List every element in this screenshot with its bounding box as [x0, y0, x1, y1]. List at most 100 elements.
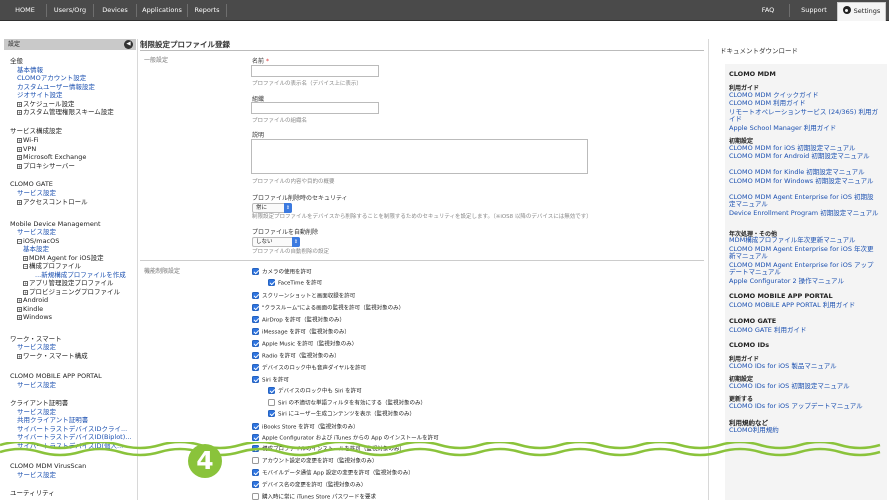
restriction-option[interactable]: Apple Configurator および iTunes からの App のイ… [252, 434, 439, 443]
sidebar-item[interactable]: CLOMOアカウント設定 [17, 74, 86, 82]
sidebar-item[interactable]: + Kindle [17, 305, 43, 313]
docs-link[interactable]: CLOMO IDs for iOS 製品マニュアル [729, 362, 879, 371]
nav-applications[interactable]: Applications [137, 0, 187, 21]
expand-icon[interactable]: + [17, 315, 22, 320]
checkbox-checked[interactable] [268, 279, 275, 286]
expand-icon[interactable]: + [17, 200, 22, 205]
nav-support[interactable]: Support [792, 0, 836, 21]
checkbox-checked[interactable] [252, 268, 259, 275]
docs-link[interactable]: リモートオペレーションサービス (24/365) 利用ガイド [729, 108, 879, 124]
docs-link[interactable]: CLOMO利用規約 [729, 426, 879, 435]
docs-link[interactable]: CLOMO MDM Agent Enterprise for iOS 初期設定マ… [729, 193, 879, 209]
sidebar-item[interactable]: サービス設定 [17, 228, 56, 236]
expand-icon[interactable]: + [17, 110, 22, 115]
expand-icon[interactable]: + [17, 138, 22, 143]
docs-link[interactable]: CLOMO MDM Agent Enterprise for iOS アップデー… [729, 261, 879, 277]
restriction-option[interactable]: Siri にユーザー生成コンテンツを表示（監視対象のみ） [268, 410, 415, 419]
docs-link[interactable]: CLOMO MDM クイックガイド [729, 91, 879, 100]
sidebar-item[interactable]: ジオサイト設定 [17, 91, 63, 99]
docs-link[interactable]: Device Enrollment Program 初期設定マニュアル [729, 209, 879, 218]
checkbox-checked[interactable] [252, 469, 259, 476]
expand-icon[interactable]: + [23, 290, 28, 295]
sidebar-item[interactable]: + アクセスコントロール [17, 198, 88, 206]
nav-settings-tab[interactable]: Settings [837, 2, 886, 21]
nav-home[interactable]: HOME [4, 0, 46, 21]
checkbox-checked[interactable] [252, 376, 259, 383]
checkbox-checked[interactable] [252, 423, 259, 430]
restriction-option[interactable]: デバイスのロック中も音声ダイヤルを許可 [252, 364, 366, 373]
checkbox-checked[interactable] [252, 292, 259, 299]
description-textarea[interactable] [251, 139, 588, 174]
sidebar-item[interactable]: + プロビジョニングプロファイル [23, 288, 120, 296]
checkbox-checked[interactable] [252, 434, 259, 441]
sidebar-item[interactable]: + Android [17, 296, 48, 304]
checkbox-checked[interactable] [268, 387, 275, 394]
restriction-option[interactable]: カメラの使用を許可 [252, 268, 312, 277]
sidebar-item[interactable]: + アプリ管理設定プロファイル [23, 279, 114, 287]
restriction-option[interactable]: デバイスのロック中も Siri を許可 [268, 387, 362, 396]
docs-link[interactable]: MDM構成プロファイル年次更新マニュアル [729, 236, 879, 245]
sidebar-item[interactable]: サイバートラストデバイスIDクライ... [17, 425, 127, 433]
sidebar-item[interactable]: 基本設定 [23, 245, 49, 253]
checkbox-checked[interactable] [268, 410, 275, 417]
checkbox-checked[interactable] [252, 340, 259, 347]
restriction-option[interactable]: AirDrop を許可（監視対象のみ） [252, 316, 345, 325]
sidebar-item[interactable]: サービス設定 [17, 381, 56, 389]
sidebar-item[interactable]: ...新規構成プロファイルを作成 [35, 271, 126, 279]
docs-link[interactable]: Apple Configurator 2 操作マニュアル [729, 277, 879, 286]
expand-icon[interactable]: + [17, 102, 22, 107]
docs-link[interactable]: CLOMO IDs for iOS 初期設定マニュアル [729, 382, 879, 391]
checkbox-unchecked[interactable] [268, 399, 275, 406]
restriction-option[interactable]: スクリーンショットと画面収録を許可 [252, 292, 355, 301]
docs-link[interactable]: Apple School Manager 利用ガイド [729, 124, 879, 133]
collapse-icon[interactable]: − [23, 264, 28, 269]
nav-devices[interactable]: Devices [94, 0, 136, 21]
expand-icon[interactable]: + [17, 298, 22, 303]
sidebar-item[interactable]: + Wi-Fi [17, 136, 39, 144]
sidebar-item[interactable]: + Windows [17, 313, 52, 321]
collapse-sidebar-icon[interactable]: ◀ [124, 40, 133, 49]
restriction-option[interactable]: Apple Music を許可（監視対象のみ） [252, 340, 357, 349]
expand-icon[interactable]: + [17, 354, 22, 359]
sidebar-item[interactable]: カスタムユーザー情報設定 [17, 83, 95, 91]
sidebar-item[interactable]: サイバートラストデバイスID(個人... [17, 442, 123, 450]
name-input[interactable] [251, 65, 379, 77]
docs-link[interactable]: CLOMO MDM 利用ガイド [729, 99, 879, 108]
checkbox-unchecked[interactable] [252, 457, 259, 464]
checkbox-checked[interactable] [252, 316, 259, 323]
restriction-option[interactable]: Siri を許可 [252, 376, 289, 385]
restriction-option[interactable]: iMessage を許可（監視対象のみ） [252, 328, 350, 337]
sidebar-item[interactable]: + Microsoft Exchange [17, 153, 86, 161]
sidebar-item[interactable]: − 構成プロファイル [23, 262, 81, 270]
restriction-option[interactable]: Radio を許可（監視対象のみ） [252, 352, 340, 361]
sidebar-item[interactable]: サイバートラストデバイスID(Biplot)... [17, 433, 131, 441]
expand-icon[interactable]: + [23, 256, 28, 261]
restriction-option[interactable]: 購入時に常に iTunes Store パスワードを要求 [252, 493, 376, 502]
sidebar-item[interactable]: サービス設定 [17, 471, 56, 479]
sidebar-item[interactable]: 基本情報 [17, 66, 43, 74]
expand-icon[interactable]: + [17, 155, 22, 160]
nav-faq[interactable]: FAQ [752, 0, 784, 21]
nav-reports[interactable]: Reports [188, 0, 226, 21]
sidebar-item[interactable]: サービス設定 [17, 189, 56, 197]
nav-users-org[interactable]: Users/Org [47, 0, 93, 21]
sidebar-item[interactable]: + プロキシサーバー [17, 162, 75, 170]
checkbox-checked[interactable] [252, 304, 259, 311]
sidebar-item[interactable]: サービス設定 [17, 343, 56, 351]
restriction-option[interactable]: モバイルデータ通信 App 設定の変更を許可（監視対象のみ） [252, 469, 414, 478]
expand-icon[interactable]: + [17, 164, 22, 169]
expand-icon[interactable]: + [17, 147, 22, 152]
sidebar-item[interactable]: + VPN [17, 145, 36, 153]
docs-link[interactable]: CLOMO MDM for Android 初期設定マニュアル [729, 152, 879, 161]
org-input[interactable] [251, 102, 379, 114]
sidebar-item[interactable]: サービス設定 [17, 408, 56, 416]
sidebar-item[interactable]: − iOS/macOS [17, 237, 59, 245]
checkbox-unchecked[interactable] [252, 493, 259, 500]
checkbox-checked[interactable] [252, 445, 259, 452]
collapse-icon[interactable]: − [17, 239, 22, 244]
docs-link[interactable]: CLOMO IDs for iOS アップデートマニュアル [729, 402, 879, 411]
restriction-option[interactable]: Siri の不適切な単語フィルタを有効にする（監視対象のみ） [268, 399, 426, 408]
restriction-option[interactable]: FaceTime を許可 [268, 279, 322, 288]
docs-link[interactable]: CLOMO MDM for Kindle 初期設定マニュアル [729, 168, 879, 177]
sidebar-item[interactable]: + スケジュール設定 [17, 100, 75, 108]
